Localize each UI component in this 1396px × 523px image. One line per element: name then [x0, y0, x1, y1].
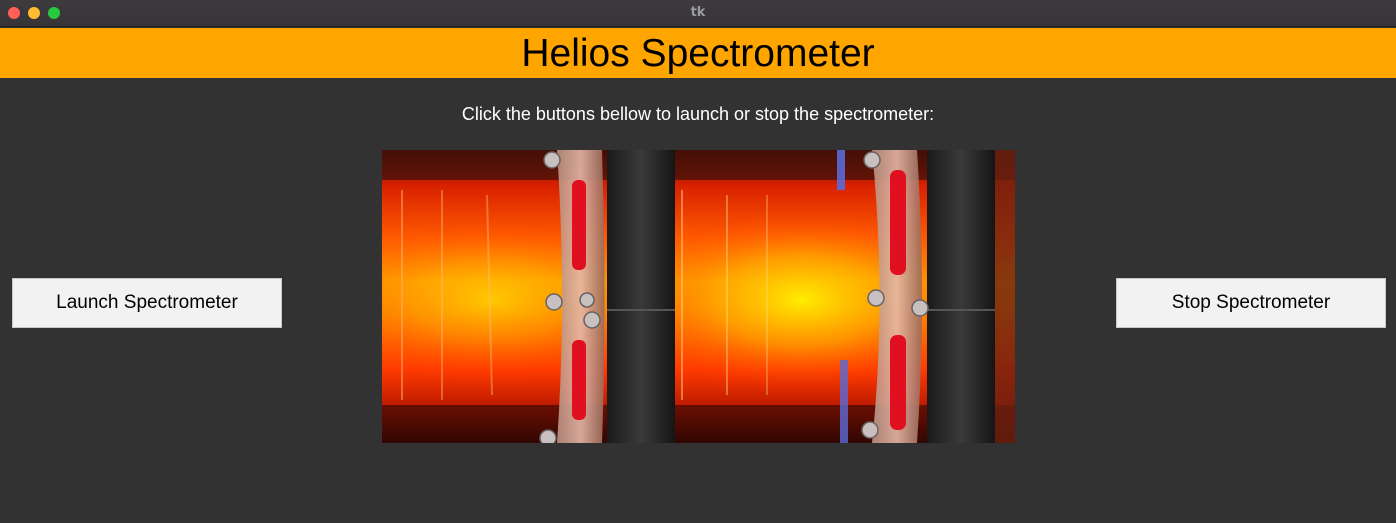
header-banner: Helios Spectrometer — [0, 28, 1396, 78]
page-title: Helios Spectrometer — [521, 32, 875, 75]
title-bar[interactable]: tk — [0, 0, 1396, 27]
app-window: tk Helios Spectrometer Click the buttons… — [0, 0, 1396, 523]
instructions-label: Click the buttons bellow to launch or st… — [461, 104, 935, 124]
launch-spectrometer-button[interactable]: Launch Spectrometer — [12, 278, 282, 328]
spectrometer-photo-graphic — [382, 150, 1015, 443]
window-title: tk — [690, 5, 706, 20]
stop-spectrometer-button[interactable]: Stop Spectrometer — [1116, 278, 1386, 328]
spectrometer-photo — [382, 150, 1015, 443]
